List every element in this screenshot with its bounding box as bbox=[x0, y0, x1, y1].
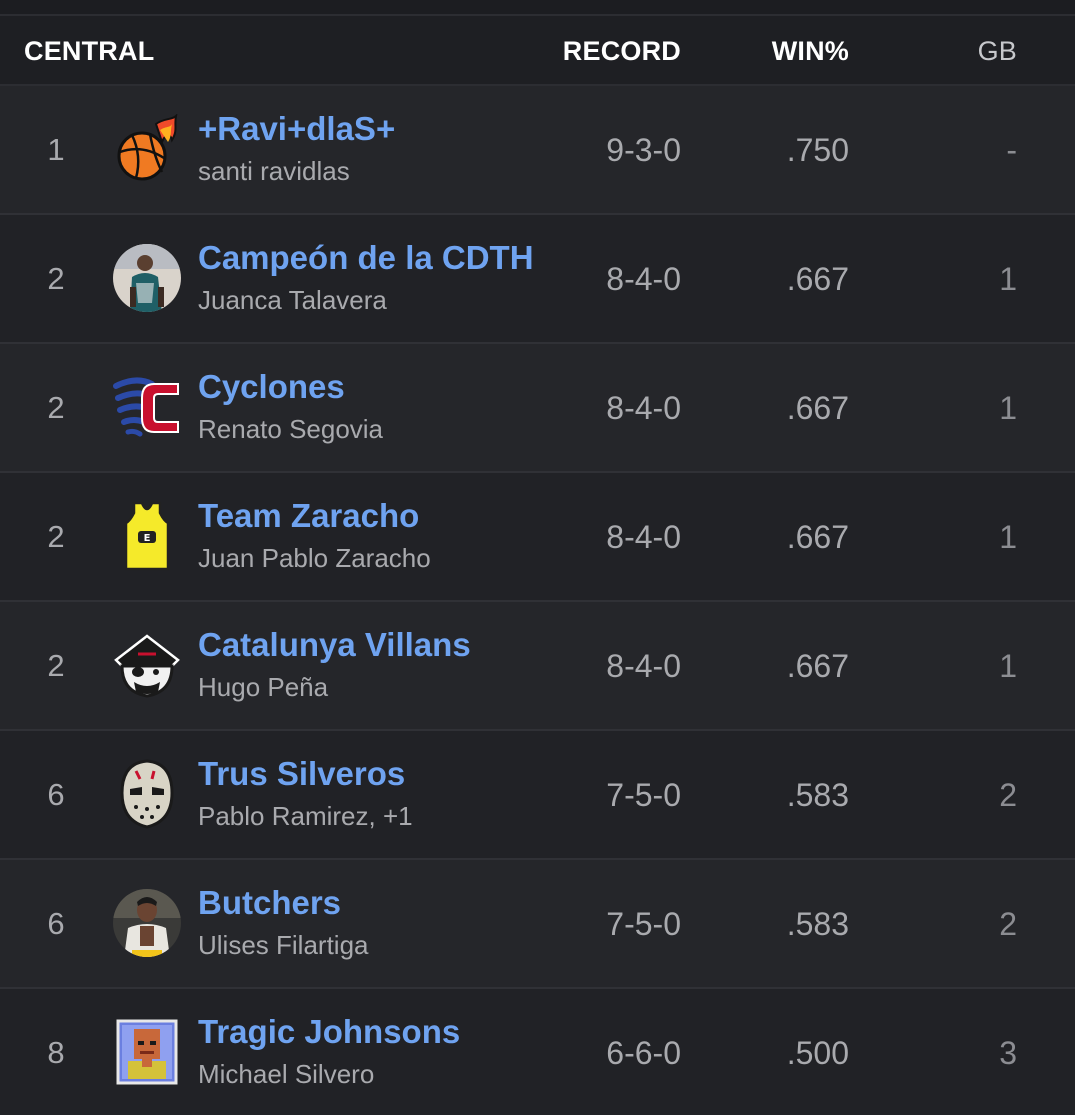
table-row: 2 E Team Zaracho Juan Pablo Zaracho 8-4-… bbox=[0, 473, 1075, 602]
player-photo-avatar[interactable] bbox=[112, 243, 182, 313]
team-games-behind: 2 bbox=[999, 906, 1017, 942]
team-owner: santi ravidlas bbox=[198, 156, 350, 186]
team-record: 7-5-0 bbox=[606, 777, 681, 813]
team-win-pct: .583 bbox=[786, 906, 849, 942]
hockey-mask-icon[interactable] bbox=[112, 759, 182, 829]
team-owner: Hugo Peña bbox=[198, 672, 329, 702]
table-row: 1 +Ravi+dlaS+ santi ravidlas 9-3-0 .750 … bbox=[0, 86, 1075, 215]
team-owner: Renato Segovia bbox=[198, 414, 384, 444]
standings-header: CENTRAL RECORD WIN% GB bbox=[0, 16, 1075, 86]
rank: 2 bbox=[47, 519, 65, 554]
team-name-link[interactable]: Butchers bbox=[198, 884, 341, 922]
team-name-link[interactable]: Catalunya Villans bbox=[198, 626, 471, 664]
team-win-pct: .750 bbox=[786, 132, 849, 168]
division-header: CENTRAL bbox=[24, 36, 155, 66]
table-row: 8 Tragic Johnsons Michael Silvero 6-6-0 … bbox=[0, 989, 1075, 1115]
team-win-pct: .667 bbox=[786, 261, 849, 297]
team-games-behind: 1 bbox=[999, 519, 1017, 555]
pirate-icon[interactable] bbox=[112, 630, 182, 700]
team-games-behind: 3 bbox=[999, 1035, 1017, 1071]
team-record: 8-4-0 bbox=[606, 261, 681, 297]
team-win-pct: .667 bbox=[786, 648, 849, 684]
team-win-pct: .583 bbox=[786, 777, 849, 813]
svg-text:E: E bbox=[144, 533, 151, 544]
team-name-link[interactable]: Tragic Johnsons bbox=[198, 1013, 460, 1051]
team-record: 6-6-0 bbox=[606, 1035, 681, 1071]
table-row: 2 Catalunya Villans Hugo Peña 8-4-0 .667… bbox=[0, 602, 1075, 731]
win-pct-column-header[interactable]: WIN% bbox=[772, 36, 849, 67]
record-column-header[interactable]: RECORD bbox=[563, 36, 681, 67]
team-record: 9-3-0 bbox=[606, 132, 681, 168]
team-name-link[interactable]: Trus Silveros bbox=[198, 755, 405, 793]
team-owner: Ulises Filartiga bbox=[198, 930, 369, 960]
rank: 2 bbox=[47, 261, 65, 296]
table-row: 6 Trus Silveros Pablo Ramirez, +1 7-5-0 … bbox=[0, 731, 1075, 860]
team-owner: Juan Pablo Zaracho bbox=[198, 543, 431, 573]
team-games-behind: 1 bbox=[999, 390, 1017, 426]
team-win-pct: .667 bbox=[786, 390, 849, 426]
team-win-pct: .667 bbox=[786, 519, 849, 555]
team-name-link[interactable]: Campeón de la CDTH bbox=[198, 239, 534, 277]
team-owner: Juanca Talavera bbox=[198, 285, 387, 315]
team-record: 8-4-0 bbox=[606, 648, 681, 684]
standings-table: 1 +Ravi+dlaS+ santi ravidlas 9-3-0 .750 … bbox=[0, 86, 1075, 1115]
jersey-icon[interactable]: E bbox=[112, 501, 182, 571]
team-name-link[interactable]: Team Zaracho bbox=[198, 497, 419, 535]
flaming-basketball-icon[interactable] bbox=[112, 114, 182, 184]
team-games-behind: 1 bbox=[999, 261, 1017, 297]
rank: 2 bbox=[47, 648, 65, 683]
team-owner: Michael Silvero bbox=[198, 1059, 375, 1089]
team-win-pct: .500 bbox=[786, 1035, 849, 1071]
table-row: 2 Campeón de la CDTH Juanca Talavera 8-4… bbox=[0, 215, 1075, 344]
team-games-behind: - bbox=[1006, 132, 1017, 168]
table-row: 2 Cyclones Renato Segovia 8-4-0 .667 1 bbox=[0, 344, 1075, 473]
rank: 8 bbox=[47, 1035, 65, 1070]
table-row: 6 Butchers Ulises Filartiga 7-5-0 .583 2 bbox=[0, 860, 1075, 989]
pixel-portrait-icon[interactable] bbox=[112, 1017, 182, 1087]
team-name-link[interactable]: +Ravi+dlaS+ bbox=[198, 110, 395, 148]
rank: 6 bbox=[47, 906, 65, 941]
player-photo-avatar[interactable] bbox=[112, 888, 182, 958]
team-record: 7-5-0 bbox=[606, 906, 681, 942]
team-owner: Pablo Ramirez, +1 bbox=[198, 801, 413, 831]
team-name-link[interactable]: Cyclones bbox=[198, 368, 345, 406]
rank: 1 bbox=[47, 132, 65, 167]
team-games-behind: 2 bbox=[999, 777, 1017, 813]
cyclone-c-icon[interactable] bbox=[112, 372, 182, 442]
standings-page: CENTRAL RECORD WIN% GB 1 +Ravi+dlaS+ san… bbox=[0, 0, 1075, 1115]
rank: 6 bbox=[47, 777, 65, 812]
team-games-behind: 1 bbox=[999, 648, 1017, 684]
team-record: 8-4-0 bbox=[606, 390, 681, 426]
gb-column-header[interactable]: GB bbox=[978, 36, 1017, 67]
team-record: 8-4-0 bbox=[606, 519, 681, 555]
rank: 2 bbox=[47, 390, 65, 425]
